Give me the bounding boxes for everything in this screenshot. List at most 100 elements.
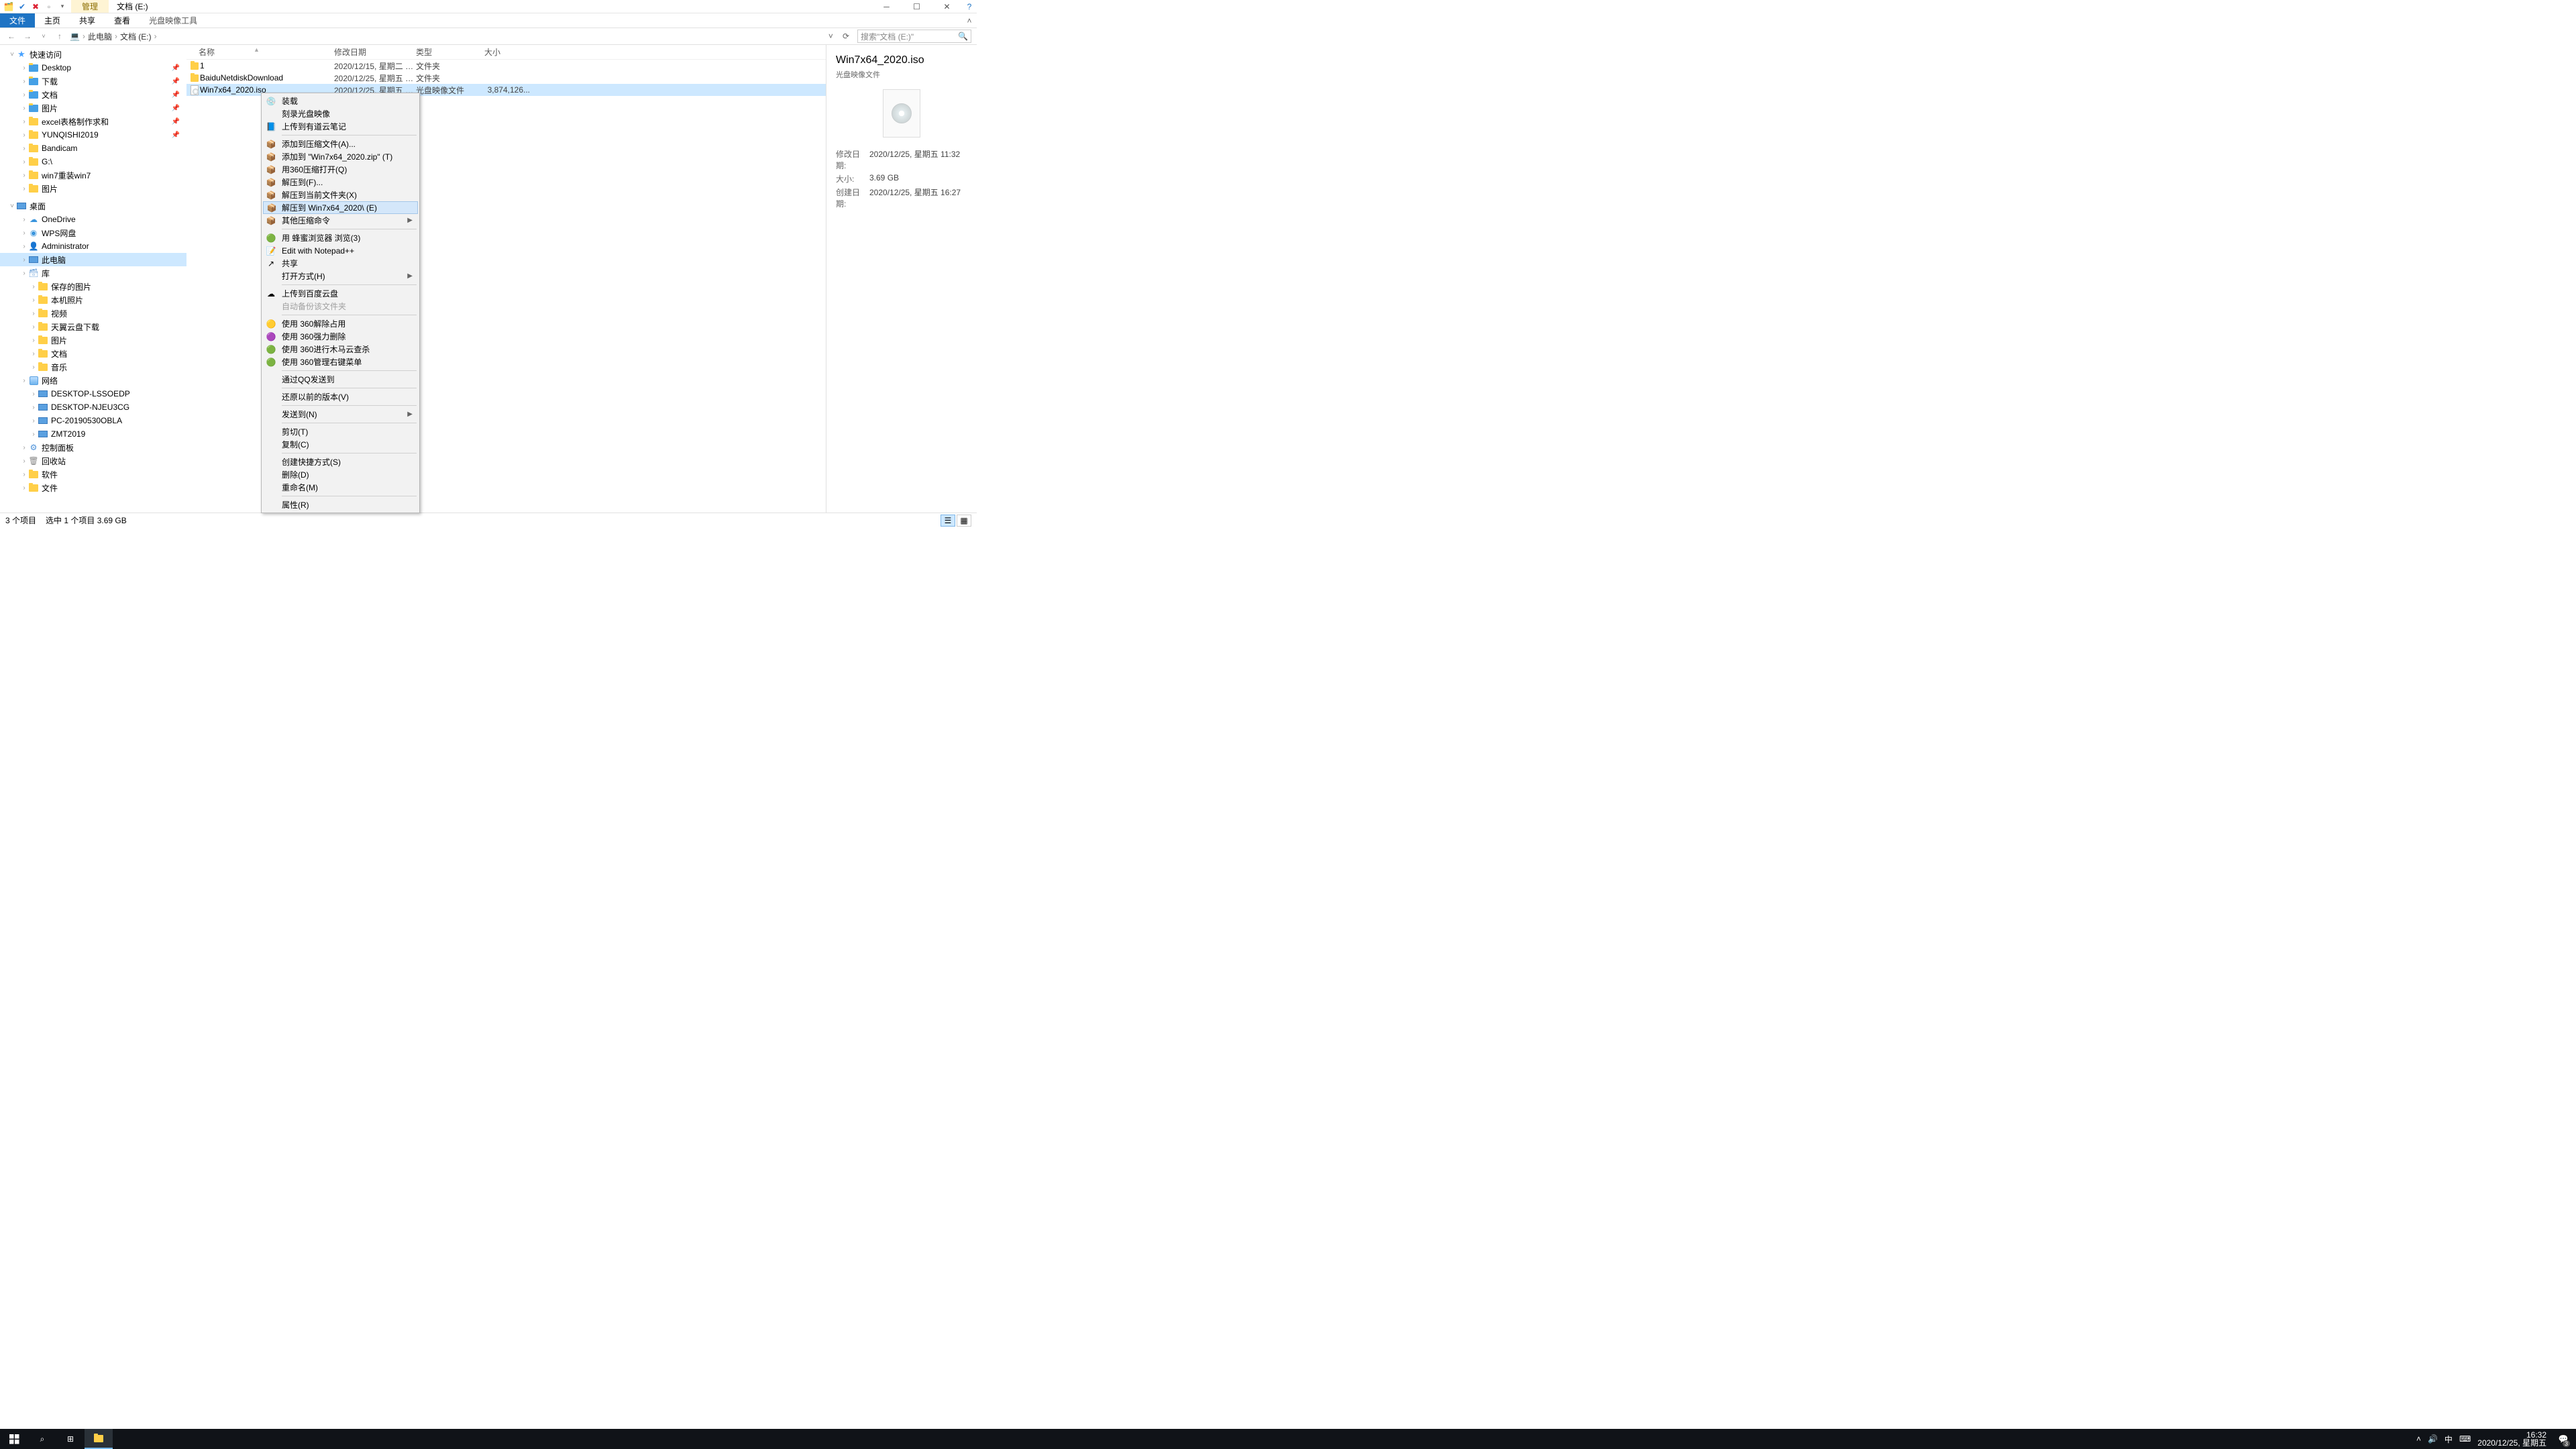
chevron-icon[interactable]: ˅ xyxy=(8,203,16,210)
ribbon-collapse-icon[interactable]: ˄ xyxy=(962,16,977,25)
menu-item[interactable]: 属性(R) xyxy=(263,498,418,511)
ime-indicator[interactable]: 中 xyxy=(2445,1434,2453,1445)
explorer-taskbar-icon[interactable] xyxy=(85,1429,113,1449)
tree-item[interactable]: ›视频 xyxy=(0,307,186,320)
tree-item[interactable]: ›◉WPS网盘 xyxy=(0,226,186,239)
menu-item[interactable]: 还原以前的版本(V) xyxy=(263,390,418,403)
chevron-icon[interactable]: › xyxy=(30,350,38,358)
chevron-icon[interactable]: › xyxy=(20,243,28,250)
maximize-button[interactable]: ☐ xyxy=(902,0,932,13)
search-button[interactable]: ⌕ xyxy=(28,1429,56,1449)
chevron-icon[interactable]: › xyxy=(20,229,28,237)
tree-item[interactable]: ›此电脑 xyxy=(0,253,186,266)
tree-item[interactable]: ›YUNQISHI2019📌 xyxy=(0,128,186,142)
file-row[interactable]: 12020/12/15, 星期二 1...文件夹 xyxy=(186,60,826,72)
qat-close-icon[interactable]: ✖ xyxy=(31,2,40,11)
tree-item[interactable]: ›G:\ xyxy=(0,155,186,168)
tree-item[interactable]: ›☁OneDrive xyxy=(0,213,186,226)
menu-item[interactable]: 🟢用 蜂蜜浏览器 浏览(3) xyxy=(263,231,418,244)
system-tray[interactable]: ˄ 🔊 中 ⌨ 16:32 2020/12/25, 星期五 💬3 xyxy=(2416,1429,2576,1449)
qat-new-icon[interactable]: ▫ xyxy=(44,2,54,11)
tray-overflow-icon[interactable]: ˄ xyxy=(2416,1434,2421,1444)
menu-item[interactable]: 删除(D) xyxy=(263,468,418,481)
tree-item[interactable]: ›Desktop📌 xyxy=(0,61,186,74)
chevron-icon[interactable]: › xyxy=(30,390,38,398)
tree-item[interactable]: ›图片 xyxy=(0,333,186,347)
menu-item[interactable]: 📦解压到(F)... xyxy=(263,176,418,189)
volume-icon[interactable]: 🔊 xyxy=(2428,1434,2438,1444)
tree-item[interactable]: ›⚙控制面板 xyxy=(0,441,186,454)
chevron-icon[interactable]: › xyxy=(20,91,28,99)
tree-section[interactable]: ˅★快速访问 xyxy=(0,48,186,61)
ribbon-tab-view[interactable]: 查看 xyxy=(105,13,140,28)
column-headers[interactable]: 名称▲ 修改日期 类型 大小 xyxy=(186,45,826,60)
chevron-icon[interactable]: › xyxy=(20,158,28,166)
clock[interactable]: 16:32 2020/12/25, 星期五 xyxy=(2477,1431,2546,1447)
minimize-button[interactable]: ─ xyxy=(871,0,902,13)
menu-item[interactable]: 📦解压到当前文件夹(X) xyxy=(263,189,418,201)
chevron-icon[interactable]: › xyxy=(20,256,28,264)
menu-item[interactable]: 🟡使用 360解除占用 xyxy=(263,317,418,330)
menu-item[interactable]: 🟣使用 360强力删除 xyxy=(263,330,418,343)
chevron-icon[interactable]: › xyxy=(30,404,38,411)
address-bar[interactable]: 💻 › 此电脑 › 文档 (E:) › ˅ ⟳ xyxy=(70,31,853,42)
chevron-icon[interactable]: › xyxy=(20,172,28,179)
view-icons-button[interactable]: ▦ xyxy=(957,515,971,527)
tree-item[interactable]: ›PC-20190530OBLA xyxy=(0,414,186,427)
chevron-icon[interactable]: › xyxy=(30,337,38,344)
breadcrumb-folder[interactable]: 文档 (E:) xyxy=(120,31,152,42)
search-input[interactable]: 搜索"文档 (E:)" 🔍 xyxy=(857,30,971,43)
col-name[interactable]: 名称▲ xyxy=(186,46,334,58)
up-button[interactable]: ↑ xyxy=(54,30,66,42)
menu-item[interactable]: 📦添加到 "Win7x64_2020.zip" (T) xyxy=(263,150,418,163)
menu-item[interactable]: 发送到(N)▶ xyxy=(263,408,418,421)
chevron-icon[interactable]: › xyxy=(30,283,38,290)
file-row[interactable]: BaiduNetdiskDownload2020/12/25, 星期五 1...… xyxy=(186,72,826,84)
menu-item[interactable]: 通过QQ发送到 xyxy=(263,373,418,386)
context-tab[interactable]: 管理 xyxy=(71,0,109,13)
chevron-icon[interactable]: › xyxy=(20,270,28,277)
tree-item[interactable]: ›文件 xyxy=(0,481,186,494)
tree-item[interactable]: ›🗃库 xyxy=(0,266,186,280)
tree-item[interactable]: ›Bandicam xyxy=(0,142,186,155)
start-button[interactable] xyxy=(0,1429,28,1449)
menu-item[interactable]: 📝Edit with Notepad++ xyxy=(263,244,418,257)
file-tab[interactable]: 文件 xyxy=(0,13,35,28)
chevron-icon[interactable]: › xyxy=(20,145,28,152)
chevron-icon[interactable]: › xyxy=(20,444,28,451)
ribbon-tab-disctools[interactable]: 光盘映像工具 xyxy=(140,13,207,28)
breadcrumb-root[interactable]: 此电脑 xyxy=(88,31,112,42)
tree-item[interactable]: ›音乐 xyxy=(0,360,186,374)
chevron-icon[interactable]: › xyxy=(20,377,28,384)
menu-item[interactable]: 💿装载 xyxy=(263,95,418,107)
col-date[interactable]: 修改日期 xyxy=(334,46,416,58)
chevron-icon[interactable]: › xyxy=(30,417,38,425)
menu-item[interactable]: 📦其他压缩命令▶ xyxy=(263,214,418,227)
chevron-icon[interactable]: › xyxy=(20,78,28,85)
chevron-icon[interactable]: › xyxy=(30,310,38,317)
refresh-icon[interactable]: ⟳ xyxy=(839,32,853,41)
tree-item[interactable]: ›网络 xyxy=(0,374,186,387)
back-button[interactable]: ← xyxy=(5,30,17,42)
tree-item[interactable]: ›win7重装win7 xyxy=(0,168,186,182)
tree-item[interactable]: ›图片 xyxy=(0,182,186,195)
view-details-button[interactable]: ☰ xyxy=(941,515,955,527)
tree-item[interactable]: ›🗑回收站 xyxy=(0,454,186,468)
menu-item[interactable]: 📘上传到有道云笔记 xyxy=(263,120,418,133)
tree-section[interactable]: ˅桌面 xyxy=(0,199,186,213)
notification-button[interactable]: 💬3 xyxy=(2553,1429,2573,1449)
help-button[interactable]: ? xyxy=(962,0,977,13)
chevron-icon[interactable]: › xyxy=(20,64,28,72)
tree-item[interactable]: ›DESKTOP-LSSOEDP xyxy=(0,387,186,400)
tree-item[interactable]: ›文档 xyxy=(0,347,186,360)
chevron-icon[interactable]: › xyxy=(20,105,28,112)
col-size[interactable]: 大小 xyxy=(484,46,535,58)
chevron-icon[interactable]: › xyxy=(30,431,38,438)
tree-item[interactable]: ›文档📌 xyxy=(0,88,186,101)
close-button[interactable]: ✕ xyxy=(932,0,962,13)
menu-item[interactable]: ☁上传到百度云盘 xyxy=(263,287,418,300)
chevron-icon[interactable]: › xyxy=(30,364,38,371)
ribbon-tab-share[interactable]: 共享 xyxy=(70,13,105,28)
qat-check-icon[interactable]: ✔ xyxy=(17,2,27,11)
chevron-right-icon[interactable]: › xyxy=(154,32,157,41)
